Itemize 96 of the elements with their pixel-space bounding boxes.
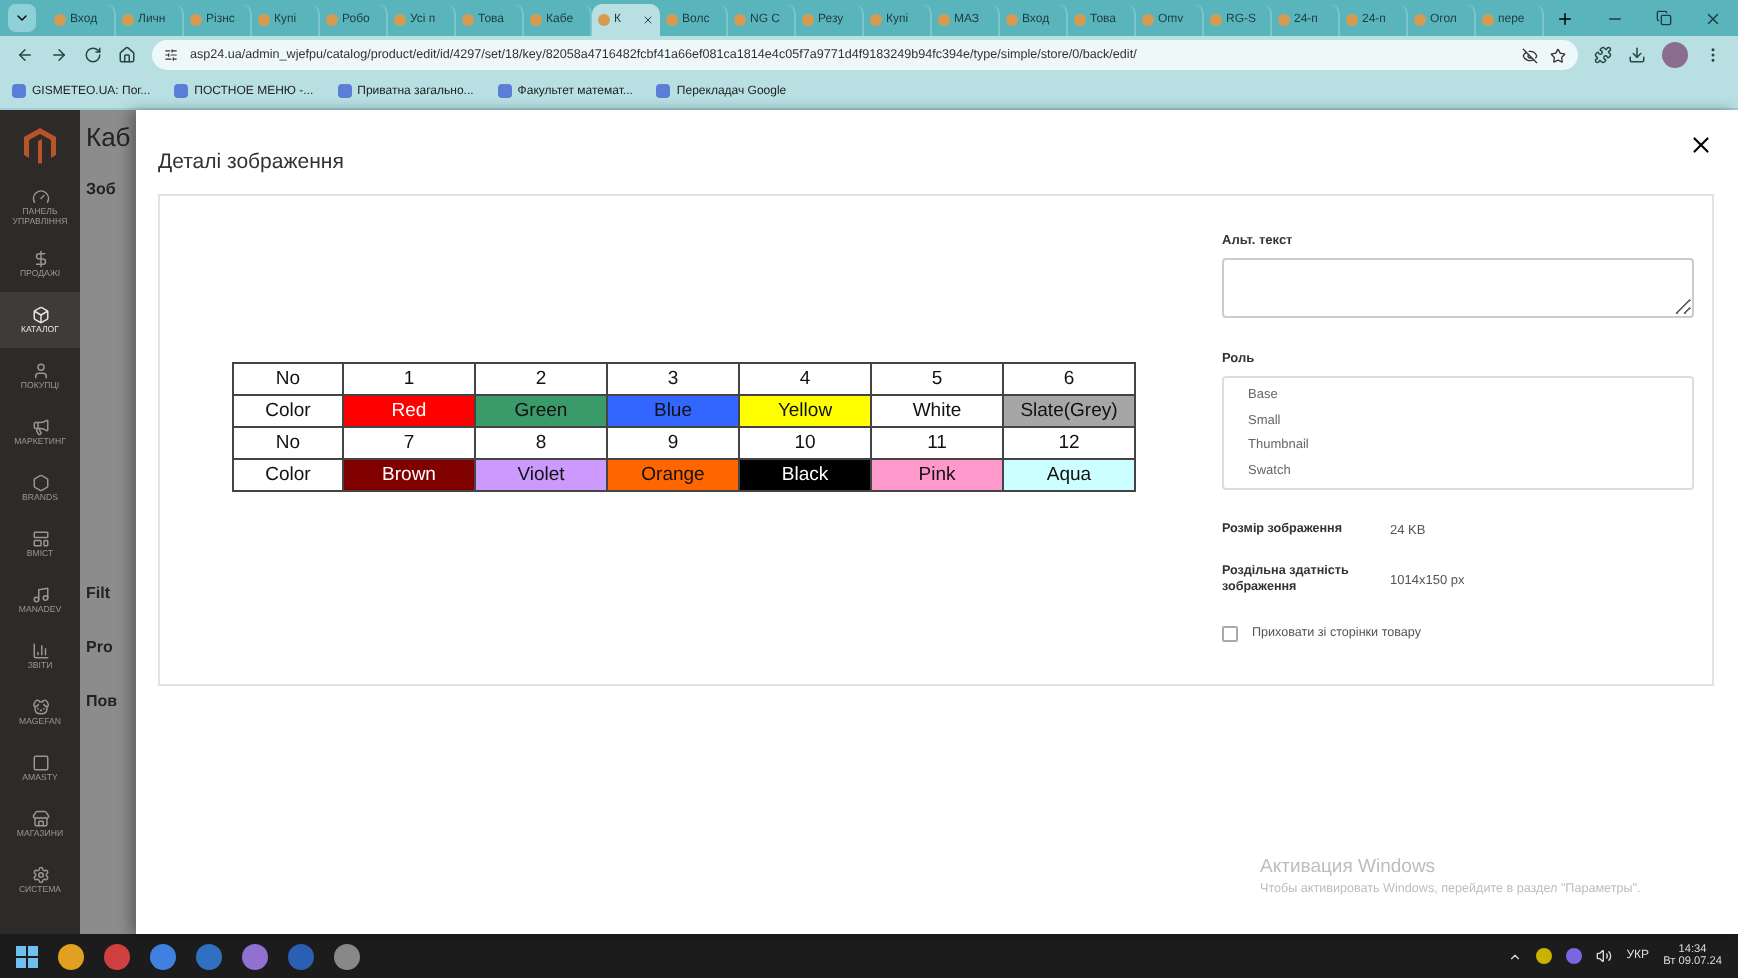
person-icon: [31, 361, 49, 380]
close-icon[interactable]: [1688, 132, 1714, 158]
favicon-icon: [870, 14, 882, 26]
music-note-icon: [31, 585, 49, 604]
favicon-icon: [666, 14, 678, 26]
table-cell: 4: [739, 362, 871, 394]
animal-icon: [31, 697, 49, 716]
hexagon-icon: [31, 473, 49, 492]
favicon-icon: [1278, 14, 1290, 26]
square-icon: [31, 753, 49, 772]
table-cell: Yellow: [739, 394, 871, 426]
hide-checkbox[interactable]: [1222, 625, 1238, 642]
table-cell: 11: [871, 426, 1003, 458]
table-cell: 12: [1003, 426, 1135, 458]
favicon-icon: [802, 14, 814, 26]
table-cell: 3: [607, 362, 739, 394]
section-heading: Зоб: [86, 180, 118, 198]
table-cell: No: [233, 426, 343, 458]
star-icon[interactable]: [1550, 47, 1566, 63]
settings-icon: [31, 865, 49, 884]
favicon-icon: [54, 14, 66, 26]
favicon-icon: [1074, 14, 1086, 26]
taskbar-app-icon[interactable]: [196, 943, 222, 969]
home-icon[interactable]: [118, 46, 136, 64]
favicon-icon: [1006, 14, 1018, 26]
new-tab-icon[interactable]: [1556, 9, 1574, 27]
section-heading: Pro: [86, 638, 115, 656]
favicon-icon: [190, 14, 202, 26]
table-cell: Red: [343, 394, 475, 426]
site-info-icon[interactable]: [164, 48, 178, 62]
taskbar-app-icon[interactable]: [150, 943, 176, 969]
modal-title: Деталі зображення: [158, 150, 344, 174]
table-cell: 5: [871, 362, 1003, 394]
favicon-icon: [1210, 14, 1222, 26]
table-cell: Slate(Grey): [1003, 394, 1135, 426]
table-cell: 7: [343, 426, 475, 458]
store-icon: [31, 809, 49, 828]
table-cell: Blue: [607, 394, 739, 426]
table-cell: 10: [739, 426, 871, 458]
table-cell: 2: [475, 362, 607, 394]
megaphone-icon: [31, 417, 49, 436]
taskbar-app-icon[interactable]: [58, 943, 84, 969]
favicon-icon: [734, 14, 746, 26]
table-cell: Color: [233, 394, 343, 426]
section-heading: Filt: [86, 584, 112, 602]
favicon-icon: [530, 14, 542, 26]
table-cell: Orange: [607, 458, 739, 490]
table-cell: Color: [233, 458, 343, 490]
favicon-icon: [326, 14, 338, 26]
table-cell: Green: [475, 394, 607, 426]
favicon-icon: [394, 14, 406, 26]
forward-icon[interactable]: [50, 46, 68, 64]
favicon-icon: [462, 14, 474, 26]
dollar-icon: [31, 249, 49, 268]
gauge-icon: [31, 188, 49, 207]
eye-off-icon[interactable]: [1522, 47, 1538, 63]
favicon-icon: [1482, 14, 1494, 26]
close-icon[interactable]: [642, 14, 654, 26]
favicon-icon: [258, 14, 270, 26]
favicon-icon: [122, 14, 134, 26]
layout-icon: [31, 529, 49, 548]
taskbar-app-icon[interactable]: [334, 943, 360, 969]
table-cell: No: [233, 362, 343, 394]
favicon-icon: [598, 14, 610, 26]
favicon-icon: [1346, 14, 1358, 26]
table-cell: Violet: [475, 458, 607, 490]
table-cell: Brown: [343, 458, 475, 490]
page-title: Каб: [86, 122, 133, 152]
download-icon[interactable]: [1628, 46, 1646, 64]
table-cell: White: [871, 394, 1003, 426]
bar-chart-icon: [31, 641, 49, 660]
taskbar-app-icon[interactable]: [242, 943, 268, 969]
table-cell: 6: [1003, 362, 1135, 394]
chevron-down-icon[interactable]: [14, 10, 30, 26]
speaker-icon[interactable]: [1596, 948, 1613, 964]
windows-start-icon[interactable]: [16, 945, 38, 967]
back-icon[interactable]: [16, 46, 34, 64]
table-cell: Black: [739, 458, 871, 490]
favicon-icon: [1142, 14, 1154, 26]
restore-icon[interactable]: [1656, 9, 1672, 25]
extensions-icon[interactable]: [1594, 46, 1612, 64]
table-cell: 1: [343, 362, 475, 394]
table-cell: 9: [607, 426, 739, 458]
table-cell: Pink: [871, 458, 1003, 490]
profile-avatar[interactable]: [1662, 42, 1688, 68]
activation-title: Активация Windows: [1260, 856, 1438, 878]
section-heading: Пов: [86, 692, 120, 710]
logo-icon[interactable]: [24, 127, 56, 163]
table-cell: Aqua: [1003, 458, 1135, 490]
alt-text-field[interactable]: [1222, 258, 1694, 318]
favicon-icon: [1414, 14, 1426, 26]
box-icon: [31, 305, 49, 324]
taskbar-app-icon[interactable]: [104, 943, 130, 969]
reload-icon[interactable]: [84, 46, 102, 64]
table-cell: 8: [475, 426, 607, 458]
favicon-icon: [938, 14, 950, 26]
